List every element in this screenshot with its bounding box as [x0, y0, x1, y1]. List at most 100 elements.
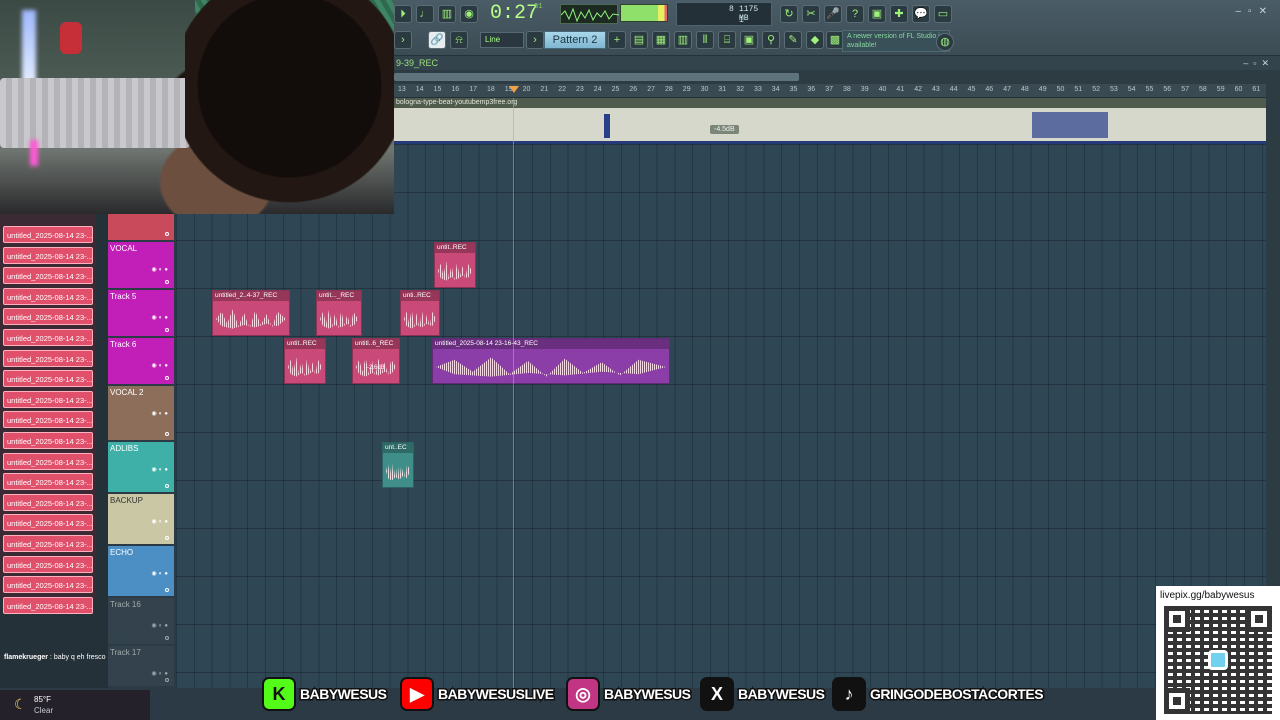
playlist-grid[interactable]	[176, 144, 1266, 688]
arrow-icon[interactable]: ›	[394, 31, 412, 49]
track-controls[interactable]: ◉◐●	[152, 362, 170, 369]
browser-item[interactable]: untitled_2025-08-14 23-...	[3, 535, 93, 552]
audio-clip[interactable]: unti..REC	[400, 290, 440, 336]
help-icon[interactable]: ?	[846, 5, 864, 23]
pen-icon[interactable]: ✎	[784, 31, 802, 49]
playlist-icon[interactable]: ▤	[630, 31, 648, 49]
piano-roll-icon[interactable]: ▥	[674, 31, 692, 49]
media-icon[interactable]: ◆	[806, 31, 824, 49]
browser-item[interactable]: untitled_2025-08-14 23-...	[3, 432, 93, 449]
browser-item[interactable]: untitled_2025-08-14 23-...	[3, 370, 93, 388]
channel-rack-icon[interactable]: ▦	[652, 31, 670, 49]
track-controls[interactable]: ◉◐●	[152, 314, 170, 321]
track-header[interactable]: ECHO ◉◐●	[108, 546, 174, 596]
plugin-icon[interactable]: ✚	[890, 5, 908, 23]
track-header[interactable]: Track 16 ◉◐●	[108, 598, 174, 644]
track-header[interactable]: BACKUP ◉◐●	[108, 494, 174, 544]
browser-item[interactable]: untitled_2025-08-14 23-...	[3, 596, 93, 614]
track-select-icon[interactable]	[165, 232, 169, 236]
browser-icon[interactable]: ▣	[740, 31, 758, 49]
snap-arrow-icon[interactable]: ›	[526, 31, 544, 49]
refresh-icon[interactable]: ↻	[780, 5, 798, 23]
track-header[interactable]: Track 5 ◉◐●	[108, 290, 174, 336]
tree-icon[interactable]: ⌸	[718, 31, 736, 49]
scroll-thumb[interactable]	[394, 73, 799, 81]
browser-item[interactable]: untitled_2025-08-14 23-...	[3, 514, 93, 532]
track-select-icon[interactable]	[165, 536, 169, 540]
browser-item[interactable]: untitled_2025-08-14 23-...	[3, 226, 93, 243]
horizontal-scrollbar[interactable]	[394, 70, 1280, 84]
browser-panel[interactable]: untitled_2025-08-14 23-... untitled_2025-…	[0, 214, 96, 614]
track-select-icon[interactable]	[165, 432, 169, 436]
track-header[interactable]: Track 6 ◉◐●	[108, 338, 174, 384]
track-controls[interactable]: ◉◐●	[152, 570, 170, 577]
browser-item[interactable]: untitled_2025-08-14 23-...	[3, 287, 93, 305]
monitor-icon[interactable]: ▭	[934, 5, 952, 23]
audio-clip[interactable]: unt..EC	[382, 442, 414, 488]
pattern-selector[interactable]: Pattern 2	[544, 31, 606, 49]
audio-clip[interactable]: untitl..6_REC -2.6dB	[352, 338, 400, 384]
tempo-icon[interactable]: ♩	[416, 5, 434, 23]
audio-clip[interactable]: untitled_2025-08-14 23-16-43_REC	[432, 338, 670, 384]
social-link[interactable]: K BABYWESUS	[262, 676, 389, 712]
social-link[interactable]: ▶ BABYWESUSLIVE	[400, 676, 556, 712]
track-select-icon[interactable]	[165, 636, 169, 640]
audio-clip-beat[interactable]: bologna-type-beat-youtubemp3free.org -4.…	[394, 98, 1266, 144]
mixer-icon[interactable]: ⫴	[696, 31, 714, 49]
update-hint[interactable]: A newer version of FL Studio is availabl…	[842, 30, 950, 52]
track-controls[interactable]: ◉◐●	[152, 622, 170, 629]
track-select-icon[interactable]	[165, 280, 169, 284]
track-select-icon[interactable]	[165, 328, 169, 332]
track-header[interactable]: VOCAL 2 ◉◐●	[108, 386, 174, 440]
audio-clip[interactable]: untitled_2..4-37_REC	[212, 290, 290, 336]
save-icon[interactable]: ▣	[868, 5, 886, 23]
browser-item[interactable]: untitled_2025-08-14 23-...	[3, 555, 93, 573]
track-header[interactable]: Track 17 ◉◐●	[108, 646, 174, 686]
browser-item[interactable]: untitled_2025-08-14 23-...	[3, 493, 93, 511]
browser-item[interactable]: untitled_2025-08-14 23-...	[3, 411, 93, 429]
playhead-marker-icon[interactable]	[509, 86, 519, 93]
browser-item[interactable]: untitled_2025-08-14 23-...	[3, 267, 93, 285]
browser-item[interactable]: untitled_2025-08-14 23-...	[3, 329, 93, 346]
playlist-window-controls[interactable]: –▫✕	[1243, 56, 1274, 70]
track-controls[interactable]: ◉◐●	[152, 518, 170, 525]
track-header[interactable]	[108, 214, 174, 240]
snap-select[interactable]: Line	[480, 32, 524, 48]
piano-icon[interactable]: ▥	[438, 5, 456, 23]
window-controls[interactable]: –▫✕	[1236, 6, 1275, 17]
track-header[interactable]: ADLIBS ◉◐●	[108, 442, 174, 492]
social-link[interactable]: ♪ GRINGODEBOSTACORTES	[832, 676, 1045, 712]
time-ruler[interactable]: 13 14 15 16 17 18 19 20 21 22 23 24 25 26 27 28 29 30 31 32…	[394, 84, 1266, 98]
browser-item[interactable]: untitled_2025-08-14 23-...	[3, 452, 93, 470]
plug-icon[interactable]: ⚲	[762, 31, 780, 49]
audio-clip[interactable]: untit..REC	[284, 338, 326, 384]
track-controls[interactable]: ◉◐●	[152, 670, 170, 677]
track-controls[interactable]: ◉◐●	[152, 466, 170, 473]
audio-clip[interactable]: untit..._REC	[316, 290, 362, 336]
bell-icon[interactable]: ⍾	[450, 31, 468, 49]
browser-item[interactable]: untitled_2025-08-14 23-...	[3, 246, 93, 264]
record-icon[interactable]: ◉	[460, 5, 478, 23]
social-link[interactable]: X BABYWESUS	[700, 676, 827, 712]
playlist-title-bar[interactable]: 9-39_REC –▫✕	[394, 56, 1280, 70]
chat-icon[interactable]: 💬	[912, 5, 930, 23]
browser-item[interactable]: untitled_2025-08-14 23-...	[3, 349, 93, 367]
social-link[interactable]: ◎ BABYWESUS	[566, 676, 693, 712]
track-select-icon[interactable]	[165, 588, 169, 592]
track-select-icon[interactable]	[165, 484, 169, 488]
play-icon[interactable]: ⏵	[394, 5, 412, 23]
track-select-icon[interactable]	[165, 376, 169, 380]
track-header[interactable]: VOCAL ◉◐●	[108, 242, 174, 288]
browser-item[interactable]: untitled_2025-08-14 23-...	[3, 576, 93, 594]
track-controls[interactable]: ◉◐●	[152, 266, 170, 273]
weather-widget[interactable]: ☾ 85°F Clear	[0, 690, 150, 720]
mic-icon[interactable]: 🎤	[824, 5, 842, 23]
globe-icon[interactable]: ◍	[936, 33, 954, 51]
cut-icon[interactable]: ✂	[802, 5, 820, 23]
track-controls[interactable]: ◉◐●	[152, 410, 170, 417]
track-select-icon[interactable]	[165, 678, 169, 682]
browser-item[interactable]: untitled_2025-08-14 23-...	[3, 390, 93, 408]
browser-item[interactable]: untitled_2025-08-14 23-...	[3, 473, 93, 491]
browser-item[interactable]: untitled_2025-08-14 23-...	[3, 308, 93, 326]
add-pattern-icon[interactable]: +	[608, 31, 626, 49]
